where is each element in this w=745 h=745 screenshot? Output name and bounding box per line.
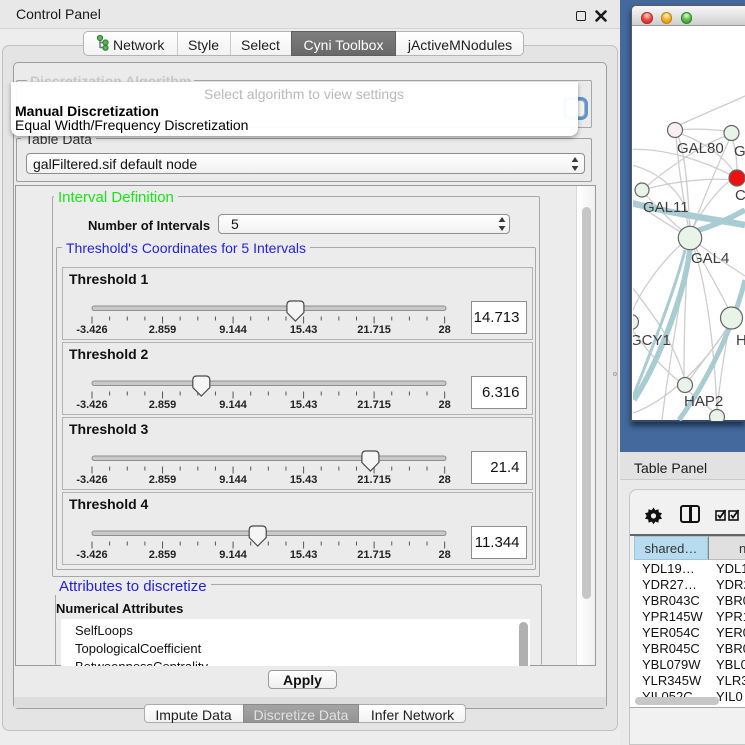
svg-text:15.43: 15.43 bbox=[290, 399, 318, 411]
svg-text:9.144: 9.144 bbox=[219, 399, 247, 411]
svg-text:28: 28 bbox=[439, 399, 451, 411]
svg-text:-3.426: -3.426 bbox=[76, 474, 107, 486]
svg-text:2.859: 2.859 bbox=[149, 474, 177, 486]
svg-text:2.859: 2.859 bbox=[149, 399, 177, 411]
svg-text:28: 28 bbox=[439, 324, 451, 336]
svg-text:-3.426: -3.426 bbox=[76, 549, 107, 561]
svg-text:21.715: 21.715 bbox=[357, 399, 391, 411]
svg-text:-3.426: -3.426 bbox=[76, 399, 107, 411]
svg-text:GAL80: GAL80 bbox=[677, 140, 724, 157]
svg-text:2.859: 2.859 bbox=[149, 549, 177, 561]
svg-text:15.43: 15.43 bbox=[290, 324, 318, 336]
svg-text:28: 28 bbox=[439, 549, 451, 561]
svg-text:GCY1: GCY1 bbox=[633, 332, 671, 349]
svg-text:HAP2: HAP2 bbox=[684, 393, 723, 410]
svg-text:9.144: 9.144 bbox=[219, 549, 247, 561]
svg-text:15.43: 15.43 bbox=[290, 549, 318, 561]
svg-text:GAL4: GAL4 bbox=[691, 250, 729, 267]
svg-text:21.715: 21.715 bbox=[357, 474, 391, 486]
svg-text:-3.426: -3.426 bbox=[76, 324, 107, 336]
svg-text:21.715: 21.715 bbox=[357, 324, 391, 336]
svg-text:2.859: 2.859 bbox=[149, 324, 177, 336]
svg-text:21.715: 21.715 bbox=[357, 549, 391, 561]
svg-text:C: C bbox=[735, 187, 745, 204]
svg-text:9.144: 9.144 bbox=[219, 474, 247, 486]
svg-text:28: 28 bbox=[439, 474, 451, 486]
svg-text:9.144: 9.144 bbox=[219, 324, 247, 336]
svg-text:H: H bbox=[736, 332, 745, 349]
svg-text:GAL11: GAL11 bbox=[643, 199, 689, 216]
svg-text:GA: GA bbox=[734, 143, 745, 160]
svg-text:15.43: 15.43 bbox=[290, 474, 318, 486]
